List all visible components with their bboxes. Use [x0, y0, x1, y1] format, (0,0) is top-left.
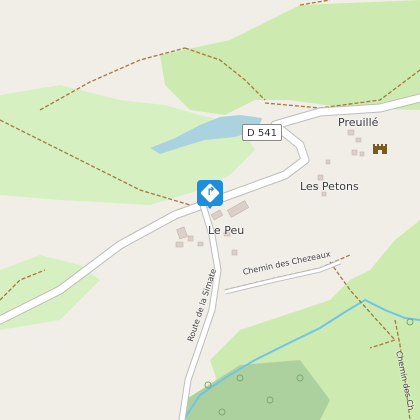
turn-arrow-icon: ↱ — [206, 185, 216, 198]
map-view[interactable]: D 541 Preuillé Les Petons Le Peu Chemin … — [0, 0, 420, 420]
directions-marker[interactable]: ↱ — [197, 180, 223, 209]
place-label-le-peu: Le Peu — [208, 224, 245, 237]
map-base-layer — [0, 0, 420, 420]
place-label-les-petons: Les Petons — [300, 180, 359, 193]
directions-marker-tip — [206, 204, 214, 209]
road-shield-d541: D 541 — [242, 124, 282, 141]
castle-icon[interactable] — [372, 141, 388, 155]
place-label-preuille: Preuillé — [338, 116, 379, 129]
